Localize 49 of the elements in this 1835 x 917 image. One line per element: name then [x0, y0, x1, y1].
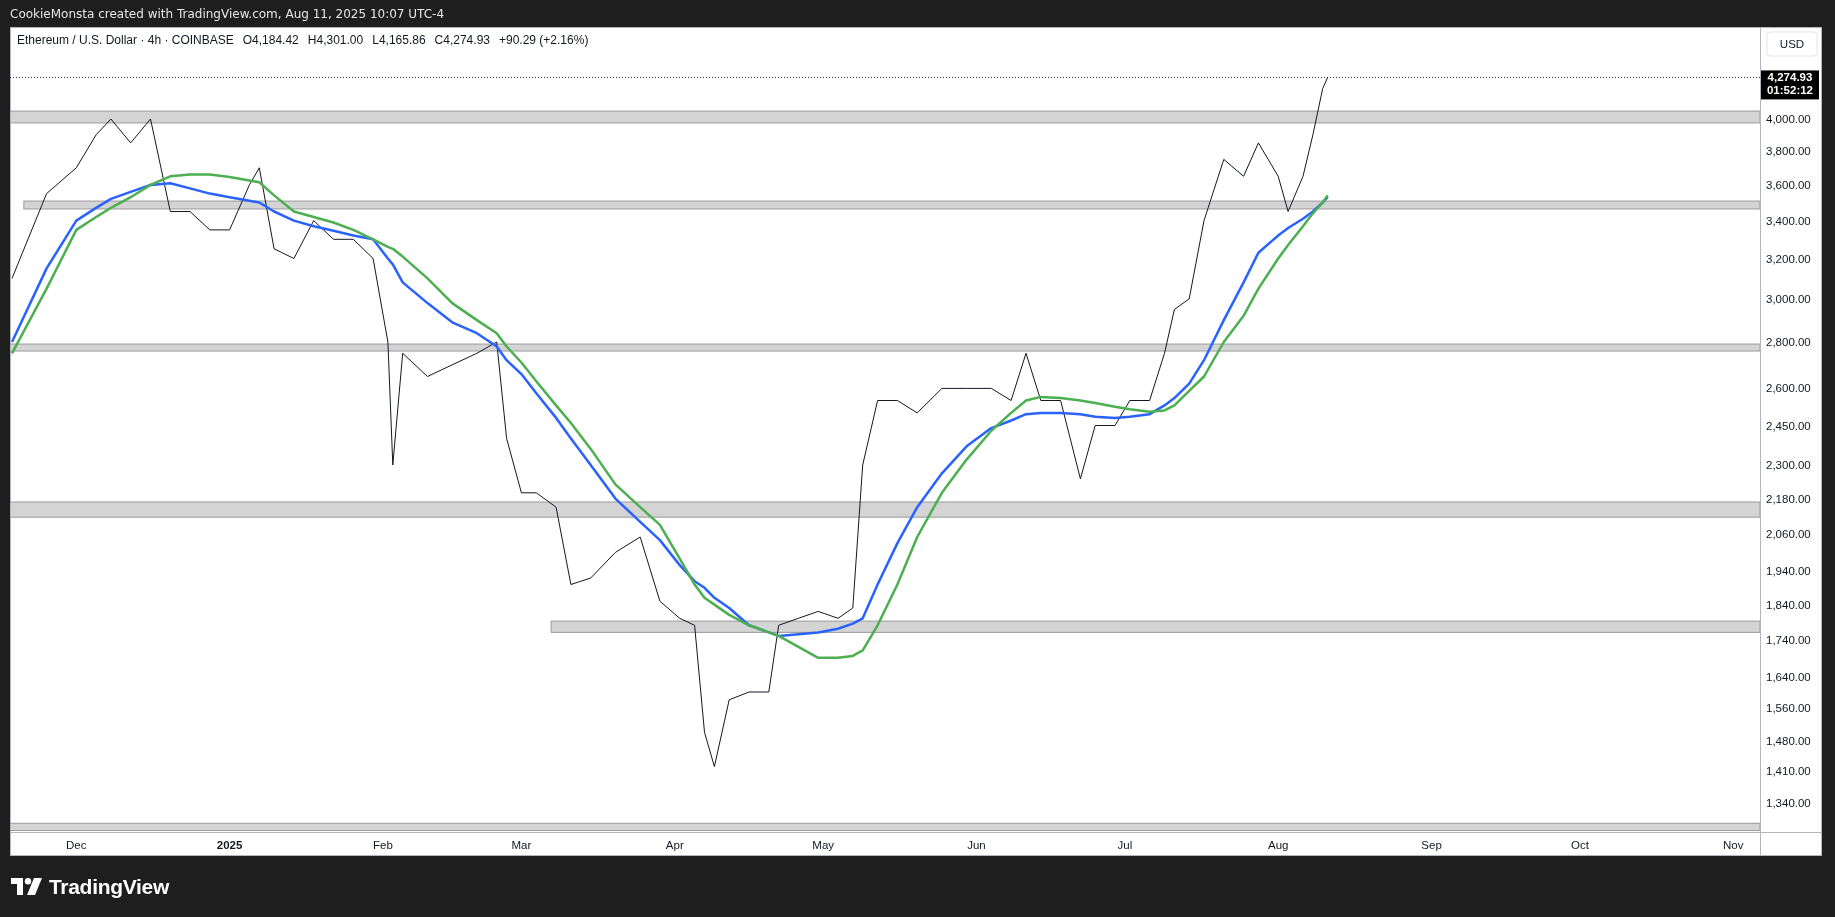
ohlc-label: H — [307, 33, 317, 47]
price-tick-label: 1,840.00 — [1766, 598, 1811, 611]
price-tick-label: 3,000.00 — [1766, 292, 1811, 305]
price-tick-label: 1,740.00 — [1766, 633, 1811, 646]
countdown-label: 01:52:12 — [1767, 84, 1813, 97]
time-tick-label: Dec — [66, 839, 87, 851]
price-tick-label: 1,410.00 — [1766, 765, 1811, 777]
ohlc-value: 4,274.93 — [443, 33, 490, 47]
time-tick-label: Oct — [1571, 839, 1589, 851]
ohlc-label: L — [372, 33, 379, 47]
price-tick-label: 2,060.00 — [1766, 527, 1811, 540]
ohlc-label: C — [434, 33, 444, 47]
time-tick-label: 2025 — [216, 839, 243, 851]
price-tick-label: 1,480.00 — [1766, 734, 1811, 747]
price-tick-label: 2,600.00 — [1766, 382, 1811, 395]
symbol-title: Ethereum / U.S. Dollar · 4h · COINBASE — [17, 33, 234, 47]
price-tick-label: 1,560.00 — [1766, 701, 1811, 714]
time-tick-label: Jul — [1117, 839, 1133, 851]
price-tick-label: 1,340.00 — [1766, 796, 1811, 809]
brand-name: TradingView — [49, 874, 169, 899]
price-tick-label: 4,000.00 — [1766, 113, 1811, 125]
price-tick-label: 2,450.00 — [1766, 419, 1811, 432]
currency-button[interactable]: USD — [1766, 31, 1818, 57]
time-tick-label: Mar — [511, 839, 532, 851]
price-tick-label: 3,400.00 — [1766, 214, 1811, 227]
time-tick-label: Feb — [373, 839, 393, 851]
ohlc-value: 4,184.42 — [252, 33, 299, 47]
logo-icon — [11, 878, 43, 895]
last-price-label: 4,274.93 — [1767, 71, 1813, 84]
price-tick-label: 3,200.00 — [1766, 252, 1811, 265]
time-tick-label: Jun — [967, 839, 986, 851]
ohlc-value: 4,165.86 — [378, 33, 426, 47]
price-change: +90.29 (+2.16%) — [499, 33, 589, 47]
time-tick-label: Apr — [665, 839, 684, 851]
price-tick-label: 1,640.00 — [1766, 670, 1811, 683]
last-price-marker — [1761, 70, 1819, 100]
time-tick-label: Sep — [1421, 839, 1442, 851]
ohlc-label: O — [242, 33, 253, 47]
time-tick-label: Nov — [1723, 839, 1744, 851]
time-tick-label: Aug — [1268, 839, 1289, 851]
price-tick-label: 1,940.00 — [1766, 565, 1811, 578]
ohlc-value: 4,301.00 — [316, 33, 364, 47]
attribution-text: CookieMonsta created with TradingView.com, Aug 11, 2025 10:07 UTC-4 — [10, 6, 445, 21]
time-tick-label: May — [812, 839, 835, 851]
price-tick-label: 3,800.00 — [1766, 145, 1811, 158]
price-tick-label: 3,600.00 — [1766, 178, 1811, 191]
price-tick-label: 2,180.00 — [1766, 492, 1811, 505]
price-tick-label: 2,300.00 — [1766, 459, 1811, 472]
price-tick-label: 2,800.00 — [1766, 336, 1811, 349]
